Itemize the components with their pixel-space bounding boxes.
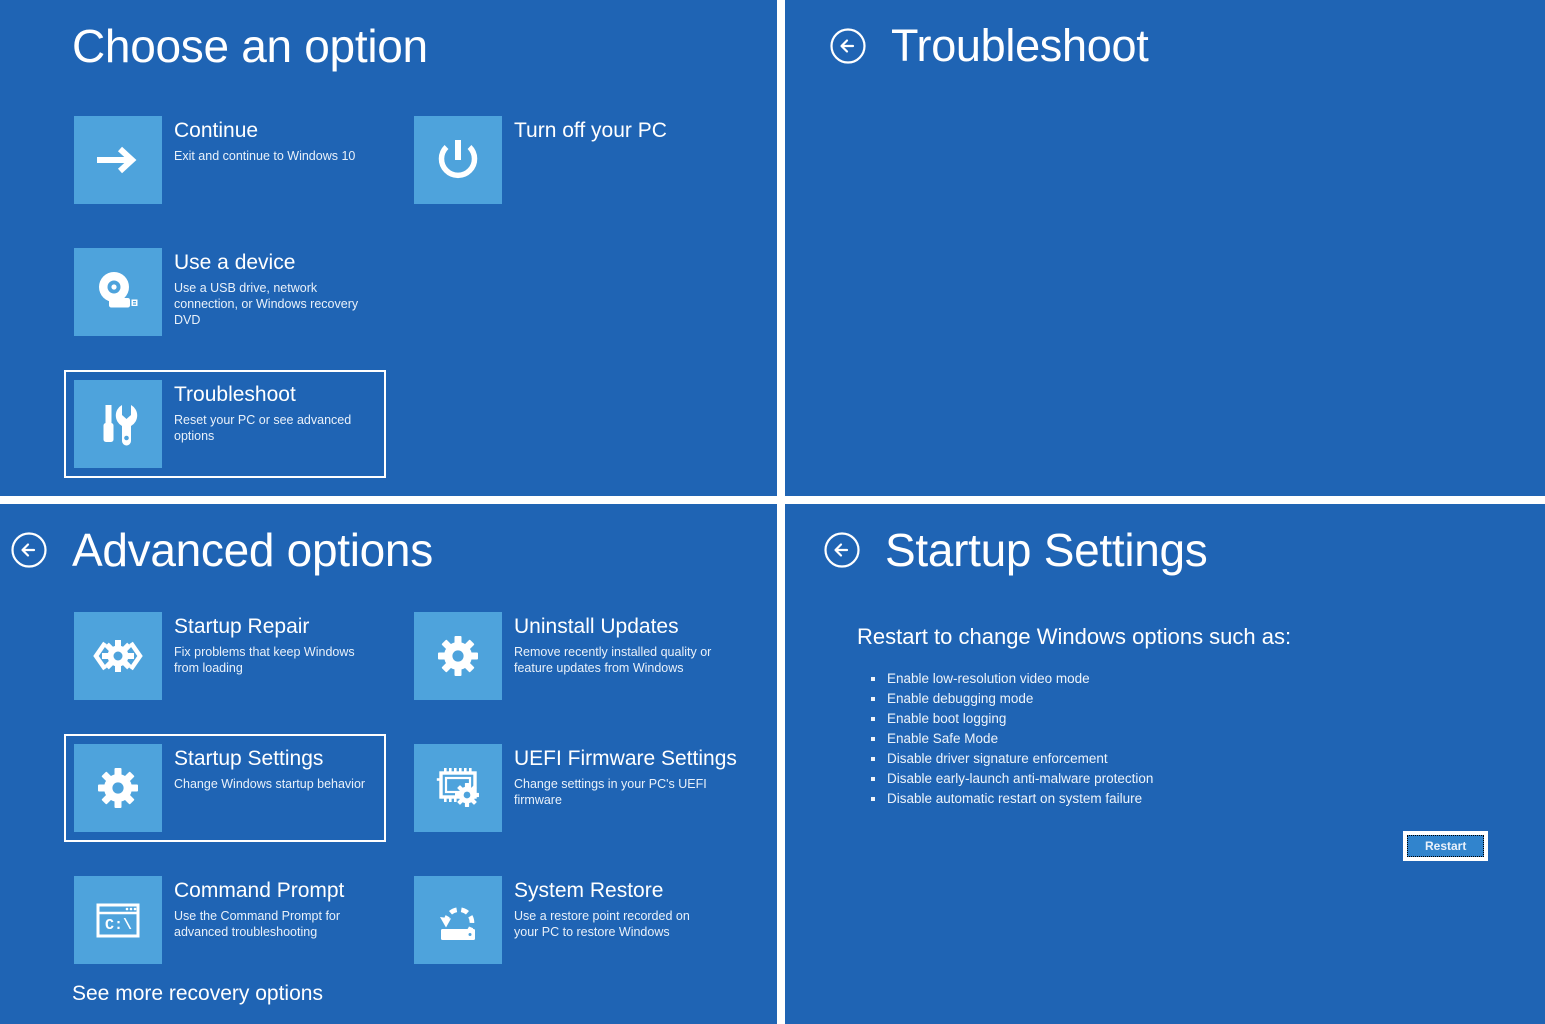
option-uninstall-updates[interactable]: Uninstall Updates Remove recently instal… (404, 602, 726, 710)
troubleshoot-header: Troubleshoot (785, 0, 1545, 69)
option-title: Troubleshoot (174, 383, 296, 407)
option-cell: Uninstall Updates Remove recently instal… (404, 602, 744, 710)
option-text: Startup Settings Change Windows startup … (162, 744, 365, 792)
option-text: UEFI Firmware Settings Change settings i… (502, 744, 737, 808)
option-desc: Use a USB drive, network connection, or … (174, 280, 359, 328)
option-desc: Use a restore point recorded on your PC … (514, 908, 690, 939)
option-uefi-firmware-settings[interactable]: UEFI Firmware Settings Change settings i… (404, 734, 737, 842)
option-desc: Reset your PC or see advanced options (174, 412, 352, 443)
option-cell: System Restore Use a restore point recor… (404, 866, 744, 974)
startup-settings-options-list: Enable low-resolution video mode Enable … (857, 669, 1545, 809)
panel-advanced-options: Advanced options Startup Repair Fix prob… (0, 504, 777, 1024)
page-title: Advanced options (72, 524, 433, 576)
back-arrow-circle-icon[interactable] (8, 529, 50, 571)
advanced-options-list: Startup Repair Fix problems that keep Wi… (0, 574, 777, 998)
option-troubleshoot[interactable]: Troubleshoot Reset your PC or see advanc… (64, 370, 386, 479)
gear-icon (74, 744, 162, 833)
startup-settings-body: Restart to change Windows options such a… (785, 574, 1545, 808)
panel-startup-settings: Startup Settings Restart to change Windo… (785, 504, 1545, 1024)
option-text: Troubleshoot Reset your PC or see advanc… (162, 380, 376, 444)
page-title: Startup Settings (885, 524, 1208, 576)
restart-button-frame: Restart (1403, 831, 1489, 861)
list-item: Disable driver signature enforcement (869, 749, 1545, 769)
option-cell: Startup Repair Fix problems that keep Wi… (64, 602, 404, 710)
power-icon (414, 116, 502, 205)
chip-gear-icon (414, 744, 502, 833)
option-text: Uninstall Updates Remove recently instal… (502, 612, 716, 676)
gear-icon (414, 612, 502, 701)
advanced-options-header: Advanced options (0, 504, 777, 574)
option-text: System Restore Use a restore point recor… (502, 876, 716, 940)
option-cell: Continue Exit and continue to Windows 10 (64, 106, 404, 214)
disc-usb-icon (74, 248, 162, 337)
option-title: Use a device (174, 251, 296, 275)
list-item: Enable low-resolution video mode (869, 669, 1545, 689)
option-text: Continue Exit and continue to Windows 10 (162, 116, 355, 164)
option-cell: Use a device Use a USB drive, network co… (64, 238, 404, 346)
list-item: Disable automatic restart on system fail… (869, 789, 1545, 809)
option-desc: Use the Command Prompt for advanced trou… (174, 908, 341, 939)
command-prompt-icon: C:\ (74, 876, 162, 965)
list-item: Enable debugging mode (869, 689, 1545, 709)
option-title: UEFI Firmware Settings (514, 747, 737, 771)
option-cell: Startup Settings Change Windows startup … (64, 734, 404, 843)
option-continue[interactable]: Continue Exit and continue to Windows 10 (64, 106, 386, 214)
recovery-environment-screens: Choose an option Continue Exit and conti… (0, 0, 1545, 1024)
back-arrow-circle-icon[interactable] (827, 25, 869, 67)
list-item: Disable early-launch anti-malware protec… (869, 769, 1545, 789)
option-cell: UEFI Firmware Settings Change settings i… (404, 734, 744, 842)
startup-settings-lead: Restart to change Windows options such a… (857, 624, 1292, 650)
option-desc: Remove recently installed quality or fea… (514, 644, 712, 675)
choose-option-header: Choose an option (0, 0, 777, 72)
option-command-prompt[interactable]: C:\ Command Prompt Use the Command Promp… (64, 866, 386, 974)
code-gear-icon (74, 612, 162, 701)
option-title: Continue (174, 119, 259, 143)
option-text: Turn off your PC (502, 116, 667, 144)
svg-text:C:\: C:\ (105, 917, 132, 934)
option-cell: C:\ Command Prompt Use the Command Promp… (64, 866, 404, 974)
wrench-screwdriver-icon (74, 380, 162, 469)
system-restore-icon (414, 876, 502, 965)
option-cell-empty (404, 238, 744, 346)
restart-button[interactable]: Restart (1407, 835, 1485, 857)
option-text: Command Prompt Use the Command Prompt fo… (162, 876, 376, 940)
list-item: Enable Safe Mode (869, 729, 1545, 749)
panel-troubleshoot: Troubleshoot Reset this PC Lets you choo (785, 0, 1545, 496)
option-desc: Exit and continue to Windows 10 (174, 148, 356, 163)
option-title: Uninstall Updates (514, 615, 679, 639)
option-title: Turn off your PC (514, 119, 667, 143)
page-title: Choose an option (72, 20, 428, 72)
option-text: Use a device Use a USB drive, network co… (162, 248, 376, 328)
option-startup-repair[interactable]: Startup Repair Fix problems that keep Wi… (64, 602, 386, 710)
option-cell: Turn off your PC (404, 106, 744, 214)
option-system-restore[interactable]: System Restore Use a restore point recor… (404, 866, 726, 974)
option-turn-off-your-pc[interactable]: Turn off your PC (404, 106, 726, 214)
see-more-recovery-options-link[interactable]: See more recovery options (72, 982, 323, 1006)
choose-option-list: Continue Exit and continue to Windows 10 (0, 70, 777, 496)
option-desc: Change Windows startup behavior (174, 776, 366, 791)
list-item: Enable boot logging (869, 709, 1545, 729)
troubleshoot-list: Reset this PC Lets you choose to keep or… (785, 69, 1545, 369)
arrow-right-icon (74, 116, 162, 205)
option-desc: Fix problems that keep Windows from load… (174, 644, 355, 675)
option-title: System Restore (514, 879, 664, 903)
option-title: Startup Settings (174, 747, 324, 771)
option-startup-settings[interactable]: Startup Settings Change Windows startup … (64, 734, 386, 843)
option-use-a-device[interactable]: Use a device Use a USB drive, network co… (64, 238, 386, 346)
startup-settings-header: Startup Settings (785, 504, 1545, 574)
option-title: Command Prompt (174, 879, 345, 903)
back-arrow-circle-icon[interactable] (821, 529, 863, 571)
panel-choose-an-option: Choose an option Continue Exit and conti… (0, 0, 777, 496)
option-cell: Troubleshoot Reset your PC or see advanc… (64, 370, 404, 479)
page-title: Troubleshoot (891, 20, 1149, 71)
option-desc: Change settings in your PC's UEFI firmwa… (514, 776, 707, 807)
restart-button-container: Restart (1403, 831, 1489, 861)
option-text: Startup Repair Fix problems that keep Wi… (162, 612, 376, 676)
option-title: Startup Repair (174, 615, 310, 639)
